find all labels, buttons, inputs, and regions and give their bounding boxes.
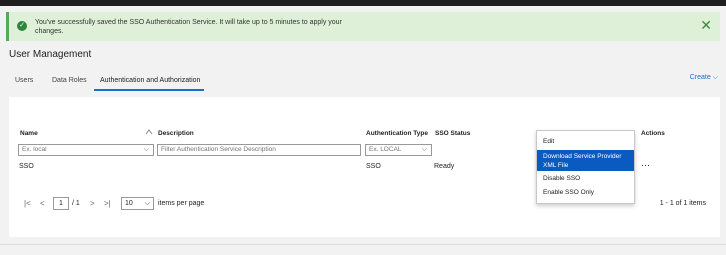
divider — [0, 244, 726, 245]
column-header-name[interactable]: Name — [20, 130, 38, 137]
auth-type-filter-combobox[interactable]: ⌵ — [365, 144, 432, 156]
description-filter-input[interactable] — [161, 146, 360, 153]
name-filter-input[interactable] — [22, 146, 153, 153]
row-auth-type: SSO — [366, 163, 381, 170]
menu-item-download-sp-xml[interactable]: Download Service Provider XML File — [537, 150, 634, 171]
top-bar — [0, 0, 726, 6]
check-circle-icon: ✓ — [17, 21, 27, 31]
name-filter-combobox[interactable]: ⌵ — [18, 144, 154, 156]
chevron-down-icon: ⌵ — [144, 200, 150, 207]
success-banner: ✓ You've successfully saved the SSO Auth… — [6, 12, 720, 41]
tab-users[interactable]: Users — [15, 77, 33, 84]
description-filter-field[interactable] — [157, 144, 361, 156]
menu-item-edit[interactable]: Edit — [537, 137, 634, 146]
close-icon[interactable]: ✕ — [700, 18, 712, 32]
chevron-down-icon[interactable]: ⌵ — [144, 145, 149, 155]
first-page-icon[interactable]: |< — [24, 199, 31, 208]
column-header-sso-status[interactable]: SSO Status — [435, 130, 470, 137]
page-total: / 1 — [72, 200, 80, 207]
more-actions-icon[interactable]: ⋯ — [641, 160, 651, 171]
column-header-authentication-type[interactable]: Authentication Type — [366, 130, 428, 137]
chevron-down-icon[interactable]: ⌵ — [422, 145, 427, 155]
actions-menu: Edit Download Service Provider XML File … — [536, 130, 635, 204]
row-sso-status: Ready — [434, 163, 455, 170]
menu-item-enable-sso-only[interactable]: Enable SSO Only — [537, 188, 634, 197]
column-header-description[interactable]: Description — [158, 130, 194, 137]
row-name: SSO — [19, 163, 34, 170]
tab-authentication-and-authorization[interactable]: Authentication and Authorization — [100, 77, 200, 84]
prev-page-icon[interactable]: < — [40, 199, 45, 208]
last-page-icon[interactable]: >| — [104, 199, 111, 208]
page-title: User Management — [9, 49, 92, 60]
create-button[interactable]: Create ⌵ — [690, 74, 718, 82]
create-label: Create — [689, 74, 711, 81]
items-per-page-label: items per page — [158, 200, 205, 207]
next-page-icon[interactable]: > — [90, 199, 95, 208]
page-number-input[interactable]: 1 — [53, 197, 69, 210]
items-count: 1 - 1 of 1 items — [659, 200, 706, 207]
banner-message: You've successfully saved the SSO Authen… — [35, 19, 342, 35]
page-size-select[interactable]: 10 ⌵ — [121, 197, 154, 210]
page-size-value: 10 — [125, 200, 133, 207]
chevron-down-icon: ⌵ — [712, 74, 718, 81]
menu-item-disable-sso[interactable]: Disable SSO — [537, 174, 634, 183]
column-header-actions: Actions — [641, 130, 665, 137]
active-tab-indicator — [94, 89, 204, 91]
tab-data-roles[interactable]: Data Roles — [52, 77, 87, 84]
sort-icon[interactable] — [145, 129, 153, 137]
